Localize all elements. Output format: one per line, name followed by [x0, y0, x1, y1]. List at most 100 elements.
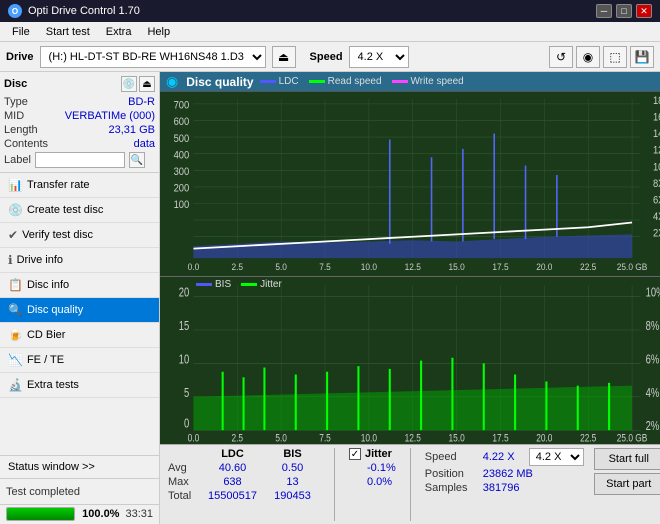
svg-text:10.0: 10.0	[361, 261, 377, 272]
disc-contents-label: Contents	[4, 138, 48, 150]
status-window-label: Status window >>	[8, 461, 95, 473]
avg-row: Avg 40.60 0.50	[168, 462, 320, 474]
maximize-button[interactable]: □	[616, 4, 632, 18]
drive-icon-group: ↺ ◉ ⬚ 💾	[549, 46, 654, 68]
drive-label: Drive	[6, 51, 34, 63]
disc-label-btn[interactable]: 🔍	[129, 152, 145, 168]
minimize-button[interactable]: ─	[596, 4, 612, 18]
speed-dropdown[interactable]: 4.2 X	[529, 448, 584, 466]
svg-text:20: 20	[179, 286, 189, 300]
disc-type-label: Type	[4, 96, 28, 108]
menu-start-test[interactable]: Start test	[38, 24, 98, 40]
svg-text:10X: 10X	[653, 162, 660, 174]
legend-write-label: Write speed	[411, 76, 464, 87]
svg-text:12.5: 12.5	[405, 261, 421, 272]
sidebar-item-drive-info[interactable]: ℹ Drive info	[0, 248, 159, 273]
legend-ldc: LDC	[260, 76, 299, 87]
sidebar-item-cd-bier[interactable]: 🍺 CD Bier	[0, 323, 159, 348]
disc-icon-row: 💿 ⏏	[121, 76, 155, 92]
disc-header: Disc 💿 ⏏	[4, 76, 155, 92]
progress-area: Test completed	[0, 478, 159, 504]
svg-text:14X: 14X	[653, 129, 660, 141]
svg-text:12.5: 12.5	[405, 432, 422, 444]
disc-label-input[interactable]	[35, 152, 125, 168]
disc-icon-btn2[interactable]: ⏏	[139, 76, 155, 92]
right-panel: ◉ Disc quality LDC Read speed Write spee…	[160, 72, 660, 524]
disc-info-icon: 📋	[8, 278, 23, 292]
progress-bar-container	[6, 507, 75, 521]
svg-text:4X: 4X	[653, 212, 660, 224]
create-disc-icon: 💿	[8, 203, 23, 217]
svg-text:20.0: 20.0	[536, 261, 552, 272]
svg-text:5.0: 5.0	[275, 432, 287, 444]
progress-bar-row: 100.0% 33:31	[0, 504, 159, 524]
disc-icon-btn1[interactable]: 💿	[121, 76, 137, 92]
svg-text:25.0 GB: 25.0 GB	[617, 432, 648, 444]
sidebar-item-verify-test-disc[interactable]: ✔ Verify test disc	[0, 223, 159, 248]
sidebar-item-disc-quality[interactable]: 🔍 Disc quality	[0, 298, 159, 323]
chart-header: ◉ Disc quality LDC Read speed Write spee…	[160, 72, 660, 92]
refresh-button[interactable]: ↺	[549, 46, 573, 68]
disc-type-row: Type BD-R	[4, 96, 155, 108]
avg-jitter: -0.1%	[349, 462, 396, 474]
verify-disc-icon: ✔	[8, 228, 18, 242]
svg-text:2X: 2X	[653, 228, 660, 240]
speed-select[interactable]: 4.2 X	[349, 46, 409, 68]
bottom-chart: BIS Jitter 20 15 10 5 0	[160, 277, 660, 444]
sidebar-item-extra-tests[interactable]: 🔬 Extra tests	[0, 373, 159, 398]
menu-file[interactable]: File	[4, 24, 38, 40]
jitter-checkbox[interactable]: ✓	[349, 448, 361, 460]
disc-length-row: Length 23,31 GB	[4, 124, 155, 136]
sidebar-item-create-test-disc[interactable]: 💿 Create test disc	[0, 198, 159, 223]
max-label: Max	[168, 476, 200, 488]
stats-separator-1	[334, 448, 335, 521]
status-window-button[interactable]: Status window >>	[0, 455, 159, 478]
speed-row: Speed 4.22 X 4.2 X	[425, 448, 584, 466]
top-chart-svg: 700 600 500 400 300 200 100	[160, 92, 660, 276]
svg-text:10.0: 10.0	[361, 432, 378, 444]
jitter-section: ✓ Jitter -0.1% 0.0%	[349, 448, 396, 488]
drive-select[interactable]: (H:) HL-DT-ST BD-RE WH16NS48 1.D3	[40, 46, 266, 68]
speed-label: Speed	[310, 51, 343, 63]
legend-read-speed: Read speed	[309, 76, 382, 87]
max-jitter: 0.0%	[349, 476, 396, 488]
transfer-rate-label: Transfer rate	[27, 179, 90, 191]
max-bis: 13	[265, 476, 320, 488]
extra-tests-label: Extra tests	[27, 379, 79, 391]
start-full-button[interactable]: Start full	[594, 448, 660, 470]
start-part-button[interactable]: Start part	[594, 473, 660, 495]
close-button[interactable]: ✕	[636, 4, 652, 18]
drive-info-label: Drive info	[17, 254, 63, 266]
avg-bis: 0.50	[265, 462, 320, 474]
chart-title: Disc quality	[186, 75, 253, 89]
disc-icon-button[interactable]: ◉	[576, 46, 600, 68]
sidebar-item-transfer-rate[interactable]: 📊 Transfer rate	[0, 173, 159, 198]
sidebar-item-fe-te[interactable]: 📉 FE / TE	[0, 348, 159, 373]
menu-extra[interactable]: Extra	[98, 24, 140, 40]
svg-text:7.5: 7.5	[319, 432, 331, 444]
cd-bier-icon: 🍺	[8, 328, 23, 342]
bis-col-header: BIS	[265, 448, 320, 460]
window-controls: ─ □ ✕	[596, 4, 652, 18]
samples-value: 381796	[483, 482, 520, 494]
svg-text:500: 500	[174, 133, 190, 145]
fe-te-label: FE / TE	[27, 354, 64, 366]
svg-text:15.0: 15.0	[448, 432, 465, 444]
eject-button[interactable]: ⏏	[272, 46, 296, 68]
svg-text:8X: 8X	[653, 178, 660, 190]
save-icon-button[interactable]: 💾	[630, 46, 654, 68]
legend-jitter-label: Jitter	[260, 279, 282, 290]
ldc-col-header: LDC	[200, 448, 265, 460]
svg-text:2%: 2%	[646, 420, 660, 434]
legend-read-color	[309, 80, 325, 83]
speed-position-section: Speed 4.22 X 4.2 X Position 23862 MB Sam…	[425, 448, 584, 494]
position-row: Position 23862 MB	[425, 468, 584, 480]
svg-text:700: 700	[174, 100, 190, 112]
sidebar-item-disc-info[interactable]: 📋 Disc info	[0, 273, 159, 298]
ldc-bis-stats: LDC BIS Avg 40.60 0.50 Max 638 13 Tota	[168, 448, 320, 502]
menu-help[interactable]: Help	[139, 24, 178, 40]
grid-icon-button[interactable]: ⬚	[603, 46, 627, 68]
nav-items: 📊 Transfer rate 💿 Create test disc ✔ Ver…	[0, 173, 159, 455]
disc-mid-value: VERBATIMe (000)	[65, 110, 155, 122]
total-bis: 190453	[265, 490, 320, 502]
